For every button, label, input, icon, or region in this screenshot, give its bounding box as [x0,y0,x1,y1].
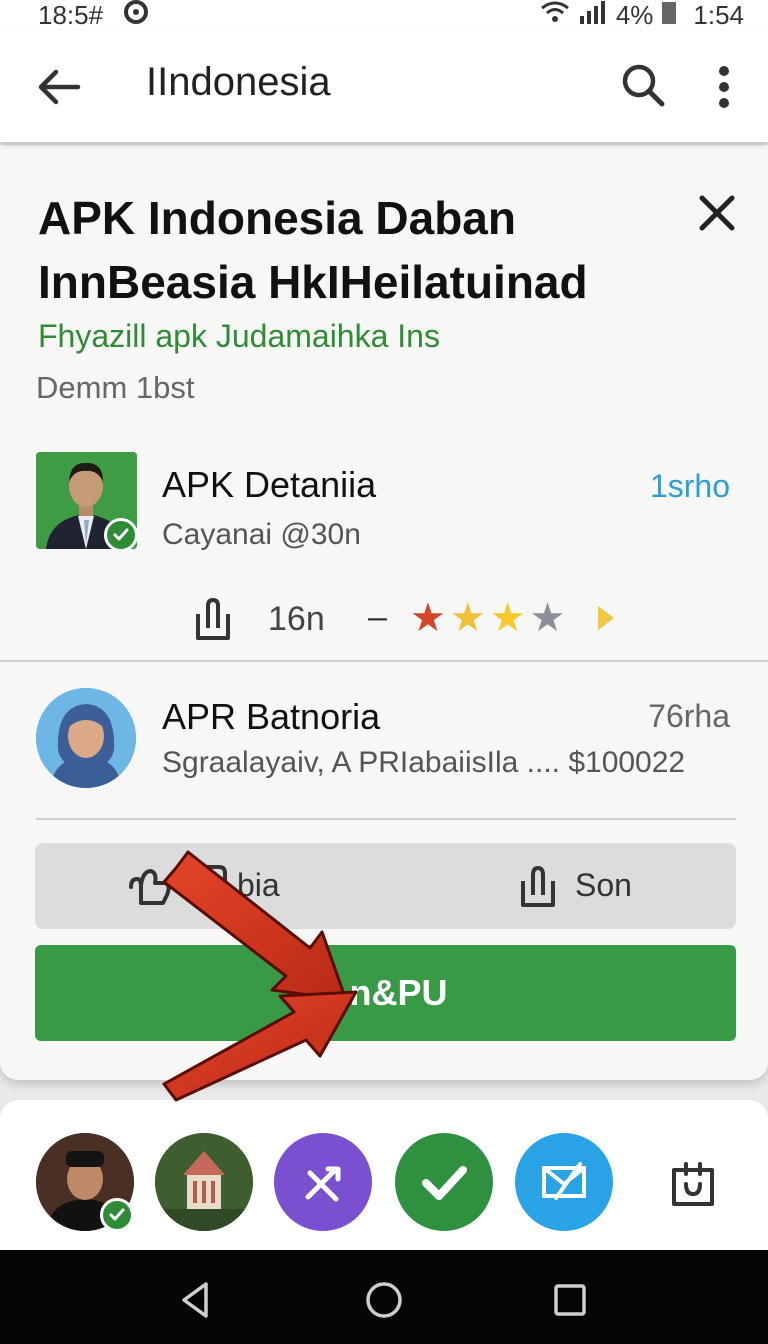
nav-recents-icon[interactable] [550,1280,590,1320]
no-edit-icon[interactable] [274,1133,372,1231]
star-icon: ★ [529,596,566,640]
divider [0,660,768,662]
back-arrow-icon[interactable] [34,62,84,112]
headline-line-2: InnBeasia HkIHeilatuinad [38,256,588,308]
mail-edit-icon[interactable] [515,1133,613,1231]
like-icon[interactable] [127,865,173,909]
post-1-title[interactable]: APK Detaniia [162,464,376,506]
battery-percent: 4% [615,0,654,30]
more-vert-icon[interactable] [706,62,742,112]
primary-action-button[interactable]: An&PU [35,945,736,1041]
post-1-time[interactable]: 1srho [650,468,730,505]
app-bar: IIndonesia [0,30,768,142]
app-notification-icon [123,0,149,32]
star-icon: ★ [449,596,486,640]
article-subhead-link[interactable]: Fhyazill apk Judamaihka Ins [38,318,440,355]
share-label[interactable]: Son [575,867,632,904]
battery-icon [661,0,677,31]
star-icon: ★ [410,596,446,640]
post-2-subtitle: Sgraalayaiv, A PRIabaiisIla .... $100022 [162,746,686,779]
comment-icon[interactable] [189,863,229,909]
status-bar: 18:5# 4% 1:54 [0,0,768,30]
nav-home-icon[interactable] [364,1280,404,1320]
page-title: IIndonesia [146,60,331,104]
rating-stars: ★ ★ ★ ★ [410,596,565,640]
article-headline: APK Indonesia Daban InnBeasia HkIHeilatu… [38,186,678,314]
like-label[interactable]: bia [237,867,280,904]
article-meta: Demm 1bst [36,370,195,405]
share-icon[interactable] [517,863,559,909]
close-icon[interactable] [694,190,740,236]
headline-line-1: APK Indonesia Daban [38,192,516,244]
action-row: bia Son [35,843,736,929]
check-app-icon[interactable] [395,1133,493,1231]
separator: – [368,598,387,636]
verified-check-icon [104,518,138,552]
verified-check-icon [100,1198,134,1232]
temple-app-icon[interactable] [155,1133,253,1231]
post-2-time: 76rha [648,698,730,734]
wifi-icon [540,0,570,31]
status-time-left: 18:5# [38,0,104,30]
status-time-right: 1:54 [693,0,744,30]
divider [36,818,736,820]
post-1-subtitle: Cayanai @30n [162,518,361,551]
search-icon[interactable] [618,60,668,110]
nav-back-icon[interactable] [176,1280,216,1320]
star-icon: ★ [489,596,526,640]
more-apps-icon[interactable] [666,1160,720,1210]
signal-icon [578,0,608,31]
post-2-title[interactable]: APR Batnoria [162,696,380,738]
avatar[interactable] [36,688,136,788]
share-icon[interactable] [190,594,236,642]
play-triangle-icon [598,606,614,630]
share-count: 16n [268,600,325,638]
